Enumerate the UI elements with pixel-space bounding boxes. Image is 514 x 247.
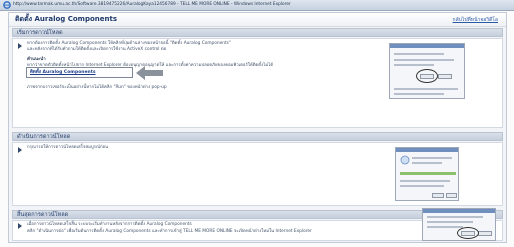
finish-line-2: คลิก "ดำเนินการต่อ" เพื่อเริ่มต้นการติดต… xyxy=(27,229,312,234)
bullet-icon xyxy=(18,43,22,49)
bullet-icon xyxy=(18,147,22,153)
internet-explorer-icon xyxy=(3,1,11,9)
page-title: ติดตั้ง Auralog Components xyxy=(15,15,118,23)
bullet-icon xyxy=(18,223,22,229)
highlight-circle-icon xyxy=(416,69,438,83)
install-window: ติดตั้ง Auralog Components กลับไปที่หน้า… xyxy=(8,12,507,243)
progress-line-1: กรุณารอให้การดาวน์โหลดเสร็จสมบูรณ์ก่อน xyxy=(27,145,109,150)
install-components-button[interactable]: ติดตั้ง Auralog Components xyxy=(26,67,133,78)
globe-icon xyxy=(400,155,410,165)
arrow-left-icon xyxy=(136,66,163,80)
download-progress-bar xyxy=(400,172,456,175)
install-dialog-screenshot xyxy=(422,208,496,241)
highlight-circle-icon xyxy=(457,227,479,239)
section-header-start: เริ่มการดาวน์โหลด xyxy=(12,28,503,37)
window-header: ติดตั้ง Auralog Components กลับไปที่หน้า… xyxy=(9,13,506,27)
section-panel-start: หากต้องการติดตั้ง Auralog Components ให้… xyxy=(12,38,503,128)
start-line-2: และหลังจากที่ได้รับคำถามให้ติดตั้งและเปิ… xyxy=(27,47,167,52)
security-warning-screenshot xyxy=(389,43,465,99)
finish-line-1: เมื่อการดาวน์โหลดเสร็จสิ้น ระบบจะเริ่มทำ… xyxy=(27,222,192,227)
section-panel-progress: กรุณารอให้การดาวน์โหลดเสร็จสมบูรณ์ก่อน xyxy=(12,142,503,206)
section-header-progress: ดำเนินการดาวน์โหลด xyxy=(12,132,503,141)
browser-title: http://www.tarmak.umu.ac.th/Software.381… xyxy=(13,2,291,7)
back-to-video-link[interactable]: กลับไปที่หน้าจอวิดีโอ xyxy=(453,16,498,24)
browser-titlebar: http://www.tarmak.umu.ac.th/Software.381… xyxy=(0,0,514,11)
start-footer: ภาพจากบราวเซอร์จะเป็นอย่างนี้หากไม่ได้คล… xyxy=(27,85,167,90)
download-dialog-screenshot xyxy=(395,147,459,201)
